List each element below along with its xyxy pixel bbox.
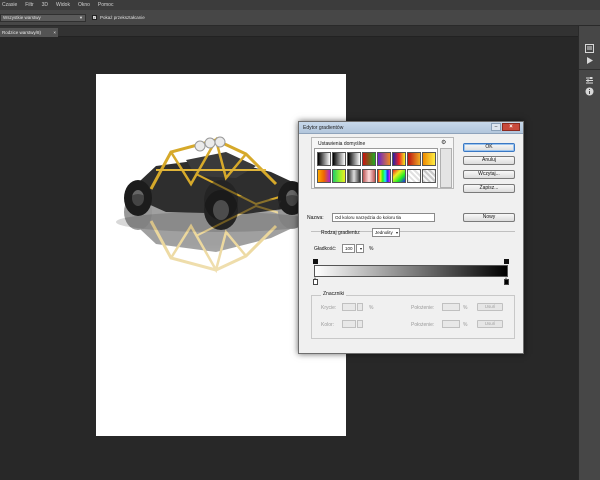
presets-panel: Ustawienia domyślne ⚙	[311, 137, 454, 189]
document-tab-label: Rodzice warstwy/8)	[2, 30, 42, 35]
color-location-label: Położenie:	[411, 322, 435, 328]
preset-swatch[interactable]	[332, 169, 346, 183]
color-dropdown[interactable]	[357, 320, 363, 328]
opacity-input[interactable]	[342, 303, 356, 311]
layer-select-dropdown[interactable]: Wszystkie warstwy ▼	[0, 14, 86, 22]
show-transform-checkbox[interactable]: ✓ Pokaż przekształcanie	[92, 15, 145, 20]
opacity-label: Krycie:	[321, 305, 337, 311]
preset-swatch[interactable]	[422, 152, 436, 166]
smoothness-value: 100	[345, 246, 353, 251]
preset-swatch[interactable]	[317, 152, 331, 166]
info-icon[interactable]	[584, 87, 595, 97]
preset-swatch[interactable]	[362, 152, 376, 166]
preset-swatch[interactable]	[422, 169, 436, 183]
new-button[interactable]: Nowy	[463, 213, 515, 222]
opacity-stop-left[interactable]	[313, 259, 318, 264]
preset-swatches	[314, 148, 438, 188]
close-icon[interactable]: ×	[53, 28, 56, 37]
markers-group	[311, 295, 515, 339]
document-tab-bar: Rodzice warstwy/8) ×	[0, 26, 578, 37]
opacity-location-label: Położenie:	[411, 305, 435, 311]
menu-bar: Czasie Filtr 3D Widok Okno Pomoc	[0, 0, 600, 10]
panel-divider	[579, 69, 600, 70]
presets-scrollbar[interactable]	[440, 148, 452, 188]
opacity-location-input[interactable]	[442, 303, 460, 311]
right-panel-strip	[578, 26, 600, 480]
menu-item-3d[interactable]: 3D	[42, 2, 48, 8]
delete-color-stop-button[interactable]: Usuń	[477, 320, 503, 328]
dialog-title-bar[interactable]: Edytor gradientów – ×	[299, 122, 523, 134]
menu-item-view[interactable]: Widok	[56, 2, 70, 8]
gradient-preview-bar[interactable]	[314, 265, 508, 277]
layer-select-value: Wszystkie warstwy	[3, 15, 41, 20]
color-stop-right[interactable]	[504, 277, 509, 285]
minimize-icon[interactable]: –	[491, 123, 501, 131]
chevron-down-icon: ▾	[359, 246, 362, 251]
preset-swatch[interactable]	[407, 152, 421, 166]
preset-swatch[interactable]	[377, 169, 391, 183]
color-location-percent: %	[463, 322, 468, 328]
opacity-dropdown[interactable]	[357, 303, 363, 311]
gradient-type-select[interactable]: Jednolity ▾	[372, 228, 400, 237]
color-location-input[interactable]	[442, 320, 460, 328]
delete-opacity-stop-button[interactable]: Usuń	[477, 303, 503, 311]
gear-icon[interactable]: ⚙	[441, 139, 446, 146]
save-button[interactable]: Zapisz...	[463, 184, 515, 193]
dialog-title: Edytor gradientów	[303, 125, 344, 131]
preset-swatch[interactable]	[317, 169, 331, 183]
preset-swatch[interactable]	[392, 169, 406, 183]
ok-button[interactable]: OK	[463, 143, 515, 152]
preset-swatch[interactable]	[392, 152, 406, 166]
document-tab[interactable]: Rodzice warstwy/8) ×	[0, 28, 58, 37]
menu-item-window[interactable]: Okno	[78, 2, 90, 8]
presets-label: Ustawienia domyślne	[318, 141, 366, 147]
gradient-type-value: Jednolity	[375, 230, 393, 235]
smoothness-dropdown[interactable]: ▾	[356, 244, 364, 253]
close-icon[interactable]: ×	[502, 123, 520, 131]
preset-swatch[interactable]	[332, 152, 346, 166]
smoothness-label: Gładkość:	[314, 246, 337, 252]
opacity-location-percent: %	[463, 305, 468, 311]
gradient-type-label: Rodzaj gradientu:	[321, 230, 361, 236]
preset-swatch[interactable]	[347, 152, 361, 166]
cancel-button[interactable]: Anuluj	[463, 156, 515, 165]
name-label: Nazwa:	[307, 215, 324, 221]
color-swatch-field[interactable]	[342, 320, 356, 328]
color-label: Kolor:	[321, 322, 335, 328]
smoothness-percent: %	[369, 246, 374, 252]
smoothness-input[interactable]: 100	[342, 244, 355, 253]
preset-swatch[interactable]	[377, 152, 391, 166]
color-stop-left[interactable]	[313, 277, 318, 285]
history-icon[interactable]	[584, 44, 595, 54]
menu-item-help[interactable]: Pomoc	[98, 2, 114, 8]
name-input[interactable]: Od koloru narzędzia do koloru tła	[332, 213, 435, 222]
load-button[interactable]: Wczytaj...	[463, 170, 515, 179]
markers-label: Znaczniki	[321, 291, 347, 297]
show-transform-label: Pokaż przekształcanie	[100, 15, 145, 20]
preset-swatch[interactable]	[362, 169, 376, 183]
menu-item-image[interactable]: Czasie	[2, 2, 17, 8]
gradient-editor-dialog: Edytor gradientów – × Ustawienia domyśln…	[298, 121, 524, 354]
adjustments-icon[interactable]	[584, 76, 595, 86]
chevron-down-icon: ▾	[395, 230, 398, 235]
checkbox-box[interactable]: ✓	[92, 15, 97, 20]
menu-item-filter[interactable]: Filtr	[25, 2, 33, 8]
opacity-percent: %	[369, 305, 374, 311]
opacity-stop-right[interactable]	[504, 259, 509, 264]
options-bar: Wszystkie warstwy ▼ ✓ Pokaż przekształca…	[0, 10, 600, 26]
chevron-down-icon: ▼	[79, 15, 83, 20]
play-icon[interactable]	[584, 56, 595, 66]
preset-swatch[interactable]	[347, 169, 361, 183]
preset-swatch[interactable]	[407, 169, 421, 183]
